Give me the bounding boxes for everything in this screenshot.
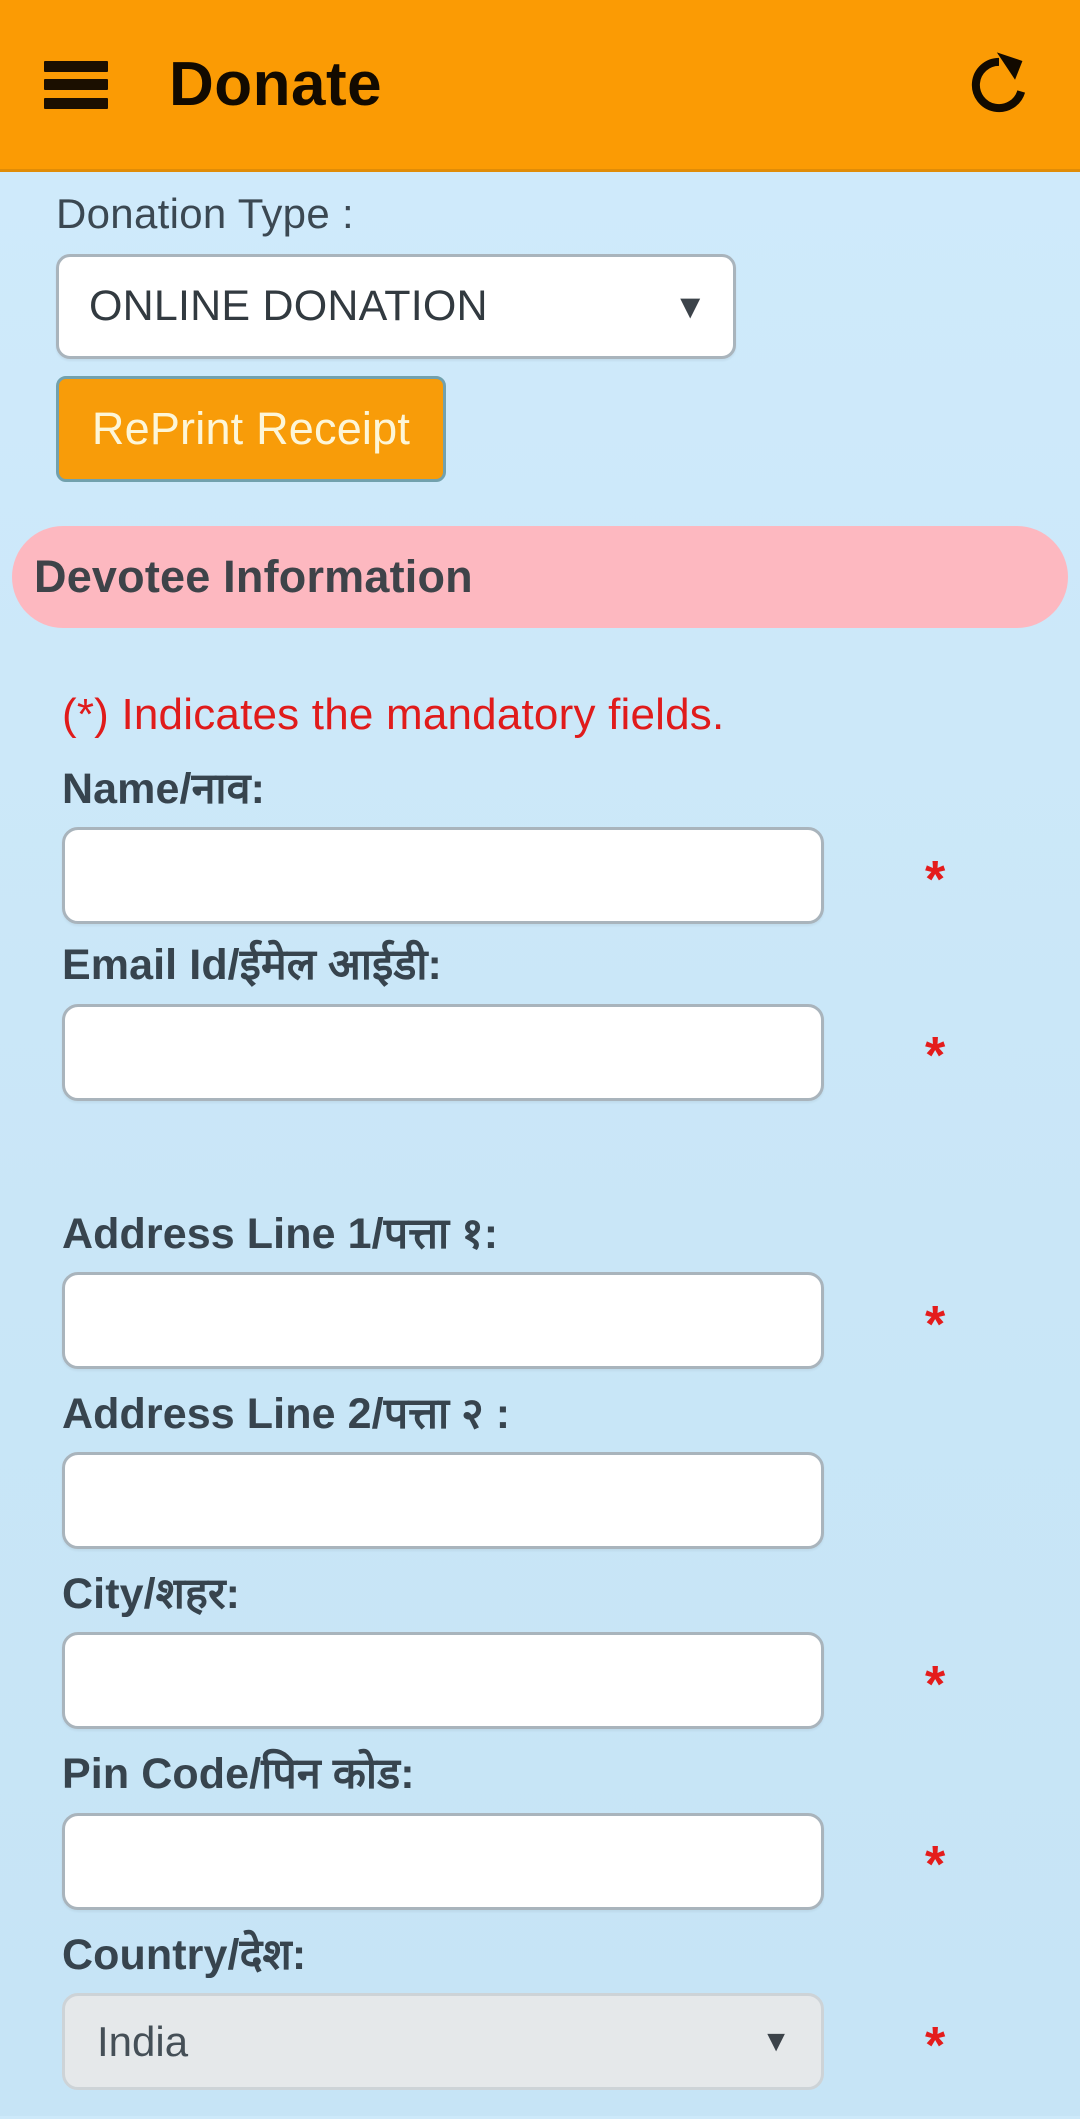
field-address-line-2: Address Line 2/पत्ता २ : <box>0 1389 1080 1550</box>
hamburger-line <box>44 97 108 109</box>
field-city: City/शहर: * <box>0 1570 1080 1730</box>
devotee-information-banner: Devotee Information <box>12 526 1068 628</box>
country-select[interactable]: India ▼ <box>62 1993 824 2091</box>
reprint-receipt-button[interactable]: RePrint Receipt <box>56 376 446 482</box>
required-marker-pin-code: * <box>925 1836 946 1895</box>
hamburger-menu-icon[interactable] <box>44 60 108 109</box>
field-pin-code: Pin Code/पिन कोड: * <box>0 1750 1080 1910</box>
field-label-address-line-2: Address Line 2/पत्ता २ : <box>62 1389 511 1438</box>
email-input[interactable] <box>62 1003 824 1101</box>
mandatory-fields-note: (*) Indicates the mandatory fields. <box>62 690 725 739</box>
donation-type-select[interactable]: ONLINE DONATION ▼ <box>56 254 736 359</box>
field-country: Country/देश: India ▼ * <box>0 1930 1080 2091</box>
field-label-pin-code: Pin Code/पिन कोड: <box>62 1750 415 1799</box>
required-marker-address-line-1: * <box>925 1295 946 1354</box>
donation-type-block: Donation Type : ONLINE DONATION ▼ <box>0 172 1080 359</box>
donate-form-page: Donation Type : ONLINE DONATION ▼ RePrin… <box>0 172 1080 2116</box>
field-label-email: Email Id/ईमेल आईडी: <box>62 941 442 990</box>
required-marker-city: * <box>925 1656 946 1715</box>
chevron-down-icon: ▼ <box>761 2024 791 2058</box>
pin-code-input[interactable] <box>62 1812 824 1910</box>
field-name: Name/नाव: * <box>0 765 1080 925</box>
donation-type-label: Donation Type : <box>56 190 354 237</box>
devotee-fields: Name/नाव: * Email Id/ईमेल आईडी: * Addres… <box>0 765 1080 2091</box>
field-label-country: Country/देश: <box>62 1930 307 1979</box>
hamburger-line <box>44 60 108 72</box>
hamburger-line <box>44 79 108 90</box>
field-label-address-line-1: Address Line 1/पत्ता १: <box>62 1209 499 1258</box>
field-email: Email Id/ईमेल आईडी: * <box>0 941 1080 1101</box>
required-marker-country: * <box>925 2016 946 2075</box>
chevron-down-icon: ▼ <box>673 287 707 326</box>
name-input[interactable] <box>62 827 824 925</box>
field-label-name: Name/नाव: <box>62 765 266 813</box>
required-marker-name: * <box>925 851 946 909</box>
section-title: Devotee Information <box>34 551 473 602</box>
page-title: Donate <box>169 50 383 119</box>
field-label-city: City/शहर: <box>62 1570 241 1619</box>
required-marker-email: * <box>925 1027 946 1086</box>
refresh-icon[interactable] <box>962 48 1036 122</box>
field-address-line-1: Address Line 1/पत्ता १: * <box>0 1209 1080 1369</box>
donation-type-value: ONLINE DONATION <box>89 282 488 330</box>
city-input[interactable] <box>62 1632 824 1730</box>
reprint-receipt-label: RePrint Receipt <box>91 403 411 454</box>
country-value: India <box>97 2017 189 2065</box>
address-line-1-input[interactable] <box>62 1271 824 1369</box>
app-bar: Donate <box>0 0 1080 172</box>
address-line-2-input[interactable] <box>62 1452 824 1550</box>
